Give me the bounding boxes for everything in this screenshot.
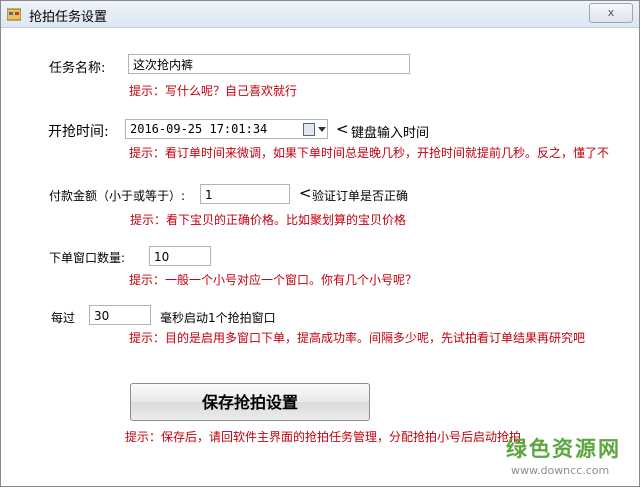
interval-label: 每过 bbox=[51, 311, 76, 325]
save-hint: 提示：保存后，请回软件主界面的抢拍任务管理，分配抢拍小号后启动抢拍 bbox=[125, 430, 522, 444]
left-arrow-icon: < bbox=[336, 120, 349, 138]
left-arrow-icon: < bbox=[299, 184, 312, 202]
task-name-hint: 提示：写什么呢？自己喜欢就行 bbox=[129, 84, 298, 98]
watermark-url: www.downcc.com bbox=[511, 464, 610, 477]
window-count-label: 下单窗口数量: bbox=[49, 251, 126, 265]
calendar-icon[interactable] bbox=[303, 123, 315, 136]
app-icon bbox=[7, 8, 21, 21]
start-time-hint: 提示：看订单时间来微调，如果下单时间总是晚几秒，开抢时间就提前几秒。反之，懂了不 bbox=[129, 146, 610, 160]
interval-hint: 提示：目的是启用多窗口下单，提高成功率。间隔多少呢，先试拍看订单结果再研究吧 bbox=[129, 331, 586, 345]
settings-window: 抢拍任务设置 x 任务名称: 这次抢内裤 提示：写什么呢？自己喜欢就行 开抢时间… bbox=[0, 0, 640, 487]
payment-hint: 提示：看下宝贝的正确价格。比如聚划算的宝贝价格 bbox=[130, 213, 407, 227]
chevron-down-icon[interactable] bbox=[318, 127, 326, 132]
payment-input[interactable]: 1 bbox=[200, 184, 290, 204]
window-count-input[interactable]: 10 bbox=[149, 246, 211, 266]
interval-input[interactable]: 30 bbox=[89, 305, 151, 325]
payment-label: 付款金额（小于或等于）: bbox=[49, 189, 186, 203]
task-name-input[interactable]: 这次抢内裤 bbox=[128, 54, 410, 74]
close-button[interactable]: x bbox=[589, 3, 633, 23]
title-bar: 抢拍任务设置 x bbox=[1, 1, 639, 28]
save-settings-button[interactable]: 保存抢拍设置 bbox=[130, 383, 370, 421]
window-count-hint: 提示：一般一个小号对应一个窗口。你有几个小号呢？ bbox=[129, 273, 418, 287]
window-title: 抢拍任务设置 bbox=[29, 10, 108, 25]
start-time-note: 键盘输入时间 bbox=[351, 126, 430, 141]
task-name-label: 任务名称: bbox=[49, 61, 106, 76]
interval-suffix: 毫秒启动1个抢拍窗口 bbox=[160, 311, 276, 325]
start-time-picker[interactable]: 2016-09-25 17:01:34 bbox=[125, 119, 328, 139]
start-time-label: 开抢时间: bbox=[48, 124, 109, 140]
start-time-value: 2016-09-25 17:01:34 bbox=[130, 122, 268, 136]
watermark-logo-text: 绿色资源网 bbox=[506, 437, 621, 461]
payment-note: 验证订单是否正确 bbox=[312, 189, 409, 203]
close-icon: x bbox=[607, 6, 615, 19]
